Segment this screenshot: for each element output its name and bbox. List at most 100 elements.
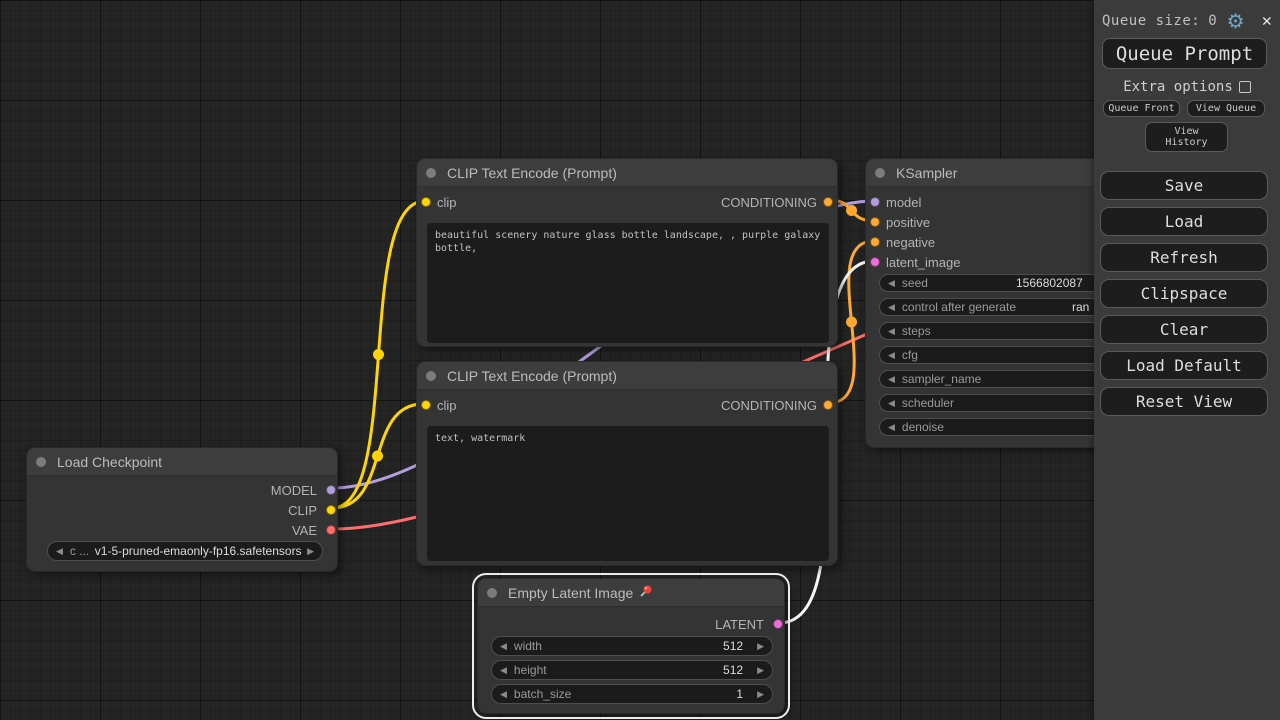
- queue-size-value: 0: [1208, 13, 1217, 29]
- widget-left-arrow-icon[interactable]: ◀: [500, 689, 507, 699]
- queue-size-label: Queue size:: [1102, 13, 1201, 29]
- widget-value: 512: [723, 663, 744, 677]
- widget-left-arrow-icon[interactable]: ◀: [888, 326, 895, 336]
- output-label-latent: LATENT: [715, 616, 764, 632]
- input-port-negative[interactable]: [870, 237, 880, 247]
- output-label-conditioning: CONDITIONING: [720, 397, 817, 413]
- widget-left-arrow-icon[interactable]: ◀: [888, 302, 895, 312]
- combo-left-arrow-icon[interactable]: ◀: [56, 546, 63, 556]
- collapse-dot[interactable]: [426, 370, 436, 381]
- output-row-conditioning: CONDITIONING: [417, 395, 837, 415]
- clipspace-label: Clipspace: [1140, 284, 1228, 303]
- input-port-model[interactable]: [870, 197, 880, 207]
- link-dot-conditioning-negative: [846, 316, 857, 328]
- collapse-dot[interactable]: [875, 167, 885, 178]
- wire-clip-positive: [331, 199, 426, 510]
- queue-front-button[interactable]: Queue Front: [1103, 100, 1180, 117]
- widget-left-arrow-icon[interactable]: ◀: [888, 278, 895, 288]
- clear-button[interactable]: Clear: [1100, 315, 1268, 344]
- refresh-button[interactable]: Refresh: [1100, 243, 1268, 272]
- widget-value: 1566802087: [1016, 276, 1083, 290]
- width-widget[interactable]: ◀ width 512 ▶: [491, 636, 773, 656]
- widget-name: control after generate: [901, 300, 1016, 314]
- widget-name: denoise: [901, 420, 944, 434]
- node-empty-latent-image[interactable]: Empty Latent Image LATENT ◀ width 512 ▶ …: [472, 573, 790, 719]
- collapse-dot[interactable]: [426, 167, 436, 178]
- clear-label: Clear: [1159, 320, 1209, 339]
- widget-value: v1-5-pruned-emaonly-fp16.safetensors: [94, 544, 302, 558]
- load-default-button[interactable]: Load Default: [1100, 351, 1268, 380]
- widget-value: 512: [723, 639, 744, 653]
- save-label: Save: [1164, 176, 1204, 195]
- widget-right-arrow-icon[interactable]: ▶: [757, 641, 764, 651]
- ckpt-name-combo[interactable]: ◀ c ... v1-5-pruned-emaonly-fp16.safeten…: [47, 541, 323, 561]
- input-label-latent-image: latent_image: [886, 254, 961, 270]
- reset-view-button[interactable]: Reset View: [1100, 387, 1268, 416]
- view-queue-button[interactable]: View Queue: [1187, 100, 1265, 117]
- output-row-conditioning: CONDITIONING: [417, 192, 837, 212]
- output-label-clip: CLIP: [288, 502, 317, 518]
- height-widget[interactable]: ◀ height 512 ▶: [491, 660, 773, 680]
- output-port-clip[interactable]: [326, 505, 336, 515]
- node-canvas[interactable]: Load Checkpoint MODEL CLIP VAE ◀ c ... v…: [0, 0, 1280, 720]
- output-row-model: MODEL: [27, 480, 337, 500]
- collapse-dot[interactable]: [487, 587, 497, 598]
- widget-name: sampler_name: [901, 372, 982, 386]
- wire-clip-negative: [331, 402, 424, 510]
- extra-options-row: Extra options: [1094, 79, 1280, 95]
- output-port-vae[interactable]: [326, 525, 336, 535]
- link-dot-clip-negative: [372, 450, 383, 462]
- reset-view-label: Reset View: [1135, 392, 1233, 411]
- widget-name: scheduler: [901, 396, 954, 410]
- output-row-latent: LATENT: [478, 614, 784, 634]
- widget-name: height: [513, 663, 547, 677]
- output-port-model[interactable]: [326, 485, 336, 495]
- close-menu-icon[interactable]: ✕: [1262, 11, 1272, 31]
- widget-left-arrow-icon[interactable]: ◀: [888, 422, 895, 432]
- node-clip-positive-header[interactable]: CLIP Text Encode (Prompt): [417, 159, 837, 187]
- node-title: Load Checkpoint: [57, 453, 163, 470]
- load-button[interactable]: Load: [1100, 207, 1268, 236]
- output-label-model: MODEL: [270, 482, 317, 498]
- output-port-latent[interactable]: [773, 619, 783, 629]
- widget-left-arrow-icon[interactable]: ◀: [500, 665, 507, 675]
- input-port-positive[interactable]: [870, 217, 880, 227]
- batch-size-widget[interactable]: ◀ batch_size 1 ▶: [491, 684, 773, 704]
- widget-name: c ...: [69, 544, 90, 558]
- node-clip-text-encode-positive[interactable]: CLIP Text Encode (Prompt) clip CONDITION…: [416, 158, 838, 347]
- widget-left-arrow-icon[interactable]: ◀: [888, 398, 895, 408]
- node-load-checkpoint[interactable]: Load Checkpoint MODEL CLIP VAE ◀ c ... v…: [26, 447, 338, 572]
- widget-left-arrow-icon[interactable]: ◀: [500, 641, 507, 651]
- settings-gear-icon[interactable]: ⚙: [1227, 11, 1245, 31]
- view-history-label-line1: View: [1174, 126, 1199, 137]
- save-button[interactable]: Save: [1100, 171, 1268, 200]
- node-load-checkpoint-header[interactable]: Load Checkpoint: [27, 448, 337, 476]
- widget-left-arrow-icon[interactable]: ◀: [888, 350, 895, 360]
- widget-right-arrow-icon[interactable]: ▶: [757, 689, 764, 699]
- link-dot-clip-positive: [373, 349, 384, 360]
- collapse-dot[interactable]: [36, 456, 46, 467]
- widget-right-arrow-icon[interactable]: ▶: [757, 665, 764, 675]
- extra-options-checkbox[interactable]: [1238, 81, 1251, 93]
- pushpin-icon: [638, 584, 653, 604]
- widget-left-arrow-icon[interactable]: ◀: [888, 374, 895, 384]
- clipspace-button[interactable]: Clipspace: [1100, 279, 1268, 308]
- input-port-latent-image[interactable]: [870, 257, 880, 267]
- combo-right-arrow-icon[interactable]: ▶: [307, 546, 314, 556]
- comfy-menu: Queue size: 0 ⚙ ✕ Queue Prompt Extra opt…: [1094, 0, 1280, 720]
- output-port-conditioning[interactable]: [823, 400, 833, 410]
- output-label-vae: VAE: [291, 522, 317, 538]
- node-clip-negative-header[interactable]: CLIP Text Encode (Prompt): [417, 362, 837, 390]
- queue-prompt-button[interactable]: Queue Prompt: [1102, 38, 1267, 69]
- node-clip-text-encode-negative[interactable]: CLIP Text Encode (Prompt) clip CONDITION…: [416, 361, 838, 566]
- prompt-textarea-negative[interactable]: text, watermark: [427, 426, 829, 561]
- view-history-button[interactable]: View History: [1145, 122, 1228, 152]
- node-empty-latent-header[interactable]: Empty Latent Image: [478, 579, 784, 607]
- output-label-conditioning: CONDITIONING: [720, 194, 817, 210]
- widget-name: batch_size: [513, 687, 572, 701]
- node-title: KSampler: [896, 164, 958, 181]
- widget-value: ran: [1072, 300, 1090, 314]
- prompt-textarea-positive[interactable]: beautiful scenery nature glass bottle la…: [427, 223, 829, 343]
- output-port-conditioning[interactable]: [823, 197, 833, 207]
- load-default-label: Load Default: [1126, 356, 1242, 375]
